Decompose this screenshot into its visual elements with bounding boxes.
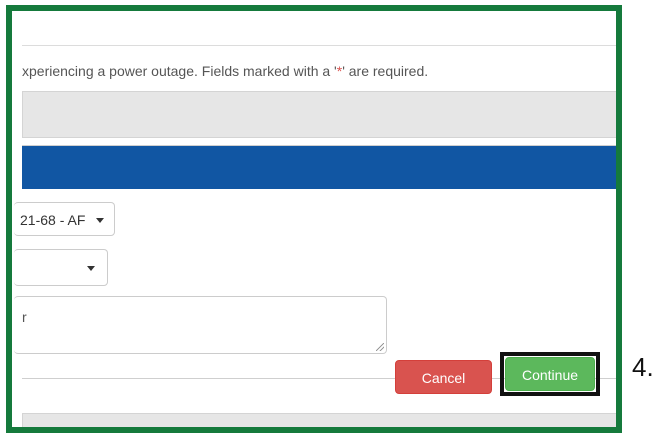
divider: [22, 45, 616, 46]
chevron-down-icon: [87, 266, 95, 271]
outage-type-select[interactable]: [14, 249, 108, 286]
comments-textarea[interactable]: r: [14, 296, 387, 354]
chevron-down-icon: [96, 218, 104, 223]
section-bar: [22, 91, 616, 138]
outage-form-panel: 21-68 - AF r Cancel Continue: [14, 145, 616, 396]
cancel-button[interactable]: Cancel: [395, 360, 492, 394]
footer-bar: [22, 413, 616, 427]
screenshot-frame: xperiencing a power outage. Fields marke…: [6, 5, 622, 433]
intro-text-end: ' are required.: [342, 63, 429, 79]
step-number-label: 4.: [632, 352, 654, 382]
intro-text-start: xperiencing a power outage. Fields marke…: [22, 63, 337, 79]
resize-handle-icon[interactable]: [376, 343, 384, 351]
comments-text: r: [22, 309, 27, 325]
intro-text: xperiencing a power outage. Fields marke…: [22, 63, 428, 79]
account-select-value: 21-68 - AF: [20, 212, 86, 228]
panel-header: [22, 146, 616, 189]
continue-button[interactable]: Continue: [505, 357, 595, 391]
account-select[interactable]: 21-68 - AF: [14, 202, 115, 236]
